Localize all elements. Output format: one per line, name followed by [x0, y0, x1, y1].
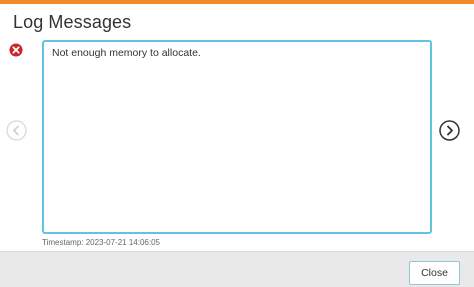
message-text: Not enough memory to allocate. [52, 47, 201, 59]
accent-bar [0, 0, 474, 4]
previous-message-button[interactable] [6, 120, 27, 141]
next-message-button[interactable] [439, 120, 460, 141]
log-messages-dialog: Log Messages Not enough memory to alloca… [0, 0, 474, 287]
timestamp-label: Timestamp: 2023-07-21 14:06:05 [42, 238, 160, 247]
close-button[interactable]: Close [409, 261, 460, 285]
dialog-footer: Close [0, 251, 474, 287]
message-textarea[interactable]: Not enough memory to allocate. [42, 40, 432, 234]
error-icon [9, 43, 23, 57]
dialog-title: Log Messages [13, 12, 132, 32]
